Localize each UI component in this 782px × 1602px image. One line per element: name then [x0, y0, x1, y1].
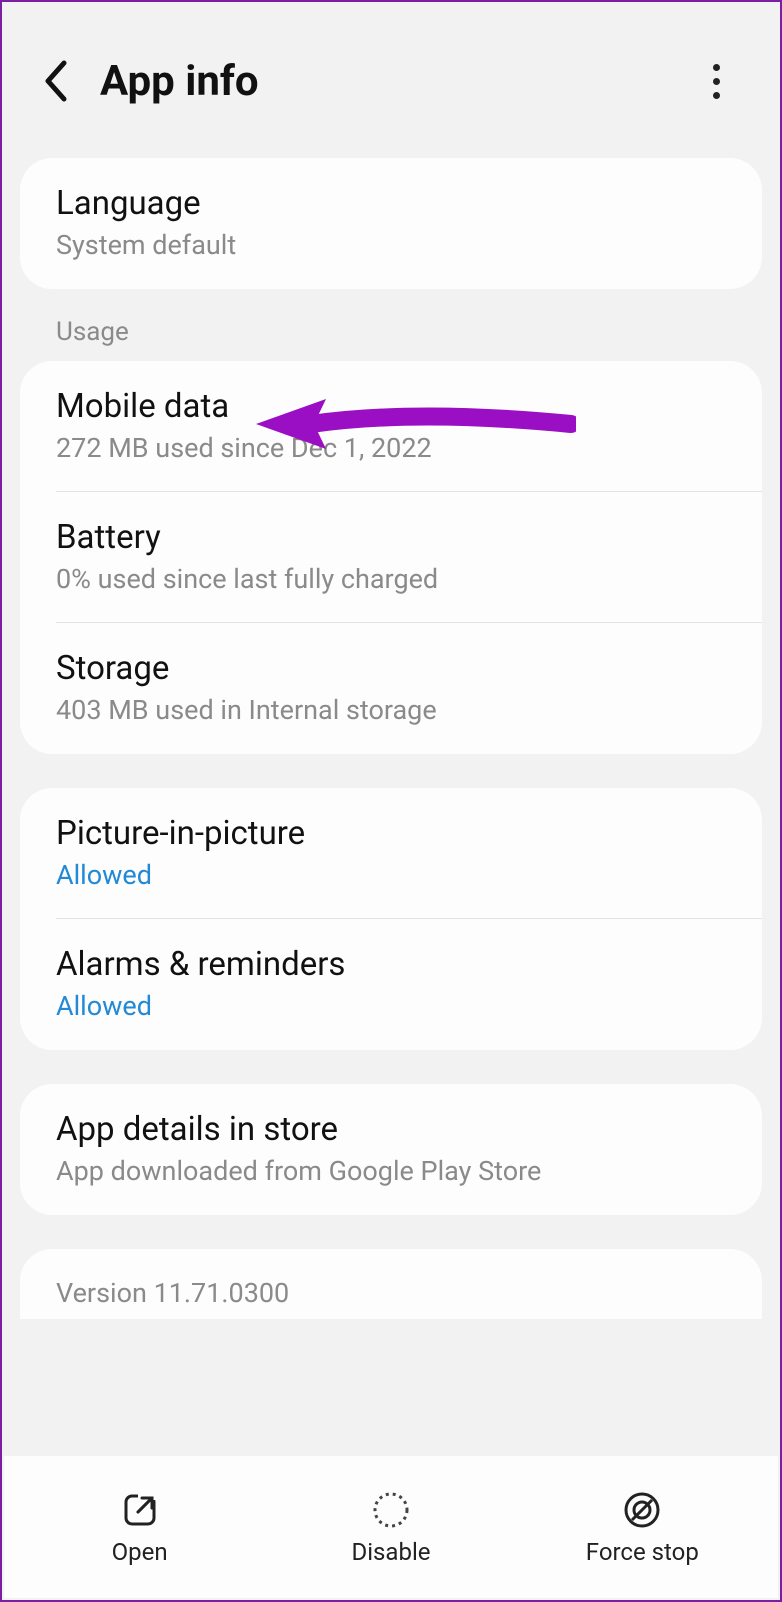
storage-title: Storage — [56, 649, 726, 688]
alarms-title: Alarms & reminders — [56, 945, 726, 984]
mobile-data-title: Mobile data — [56, 387, 726, 426]
open-button[interactable]: Open — [14, 1488, 265, 1566]
language-title: Language — [56, 184, 726, 223]
store-sub: App downloaded from Google Play Store — [56, 1155, 726, 1187]
pip-sub: Allowed — [56, 859, 726, 891]
usage-section-label: Usage — [56, 317, 780, 347]
page-title: App info — [100, 57, 692, 106]
store-row[interactable]: App details in store App downloaded from… — [20, 1084, 762, 1215]
force-stop-icon — [620, 1488, 664, 1532]
battery-row[interactable]: Battery 0% used since last fully charged — [20, 492, 762, 623]
storage-row[interactable]: Storage 403 MB used in Internal storage — [20, 623, 762, 754]
storage-sub: 403 MB used in Internal storage — [56, 694, 726, 726]
force-stop-button[interactable]: Force stop — [517, 1488, 768, 1566]
open-label: Open — [112, 1538, 168, 1566]
pip-row[interactable]: Picture-in-picture Allowed — [20, 788, 762, 919]
open-icon — [118, 1488, 162, 1532]
language-card: Language System default — [20, 158, 762, 289]
disable-icon — [369, 1488, 413, 1532]
usage-card: Mobile data 272 MB used since Dec 1, 202… — [20, 361, 762, 754]
permissions-card: Picture-in-picture Allowed Alarms & remi… — [20, 788, 762, 1050]
battery-title: Battery — [56, 518, 726, 557]
back-icon[interactable] — [32, 57, 80, 105]
mobile-data-sub: 272 MB used since Dec 1, 2022 — [56, 432, 726, 464]
header: App info — [2, 2, 780, 152]
bottom-action-bar: Open Disable Force stop — [4, 1456, 778, 1598]
alarms-row[interactable]: Alarms & reminders Allowed — [20, 919, 762, 1050]
more-options-icon[interactable] — [692, 64, 740, 99]
disable-label: Disable — [351, 1538, 430, 1566]
version-text: Version 11.71.0300 — [56, 1277, 726, 1309]
store-card: App details in store App downloaded from… — [20, 1084, 762, 1215]
version-card: Version 11.71.0300 — [20, 1249, 762, 1319]
mobile-data-row[interactable]: Mobile data 272 MB used since Dec 1, 202… — [20, 361, 762, 492]
force-stop-label: Force stop — [586, 1538, 699, 1566]
disable-button[interactable]: Disable — [265, 1488, 516, 1566]
battery-sub: 0% used since last fully charged — [56, 563, 726, 595]
pip-title: Picture-in-picture — [56, 814, 726, 853]
store-title: App details in store — [56, 1110, 726, 1149]
alarms-sub: Allowed — [56, 990, 726, 1022]
language-row[interactable]: Language System default — [20, 158, 762, 289]
language-sub: System default — [56, 229, 726, 261]
